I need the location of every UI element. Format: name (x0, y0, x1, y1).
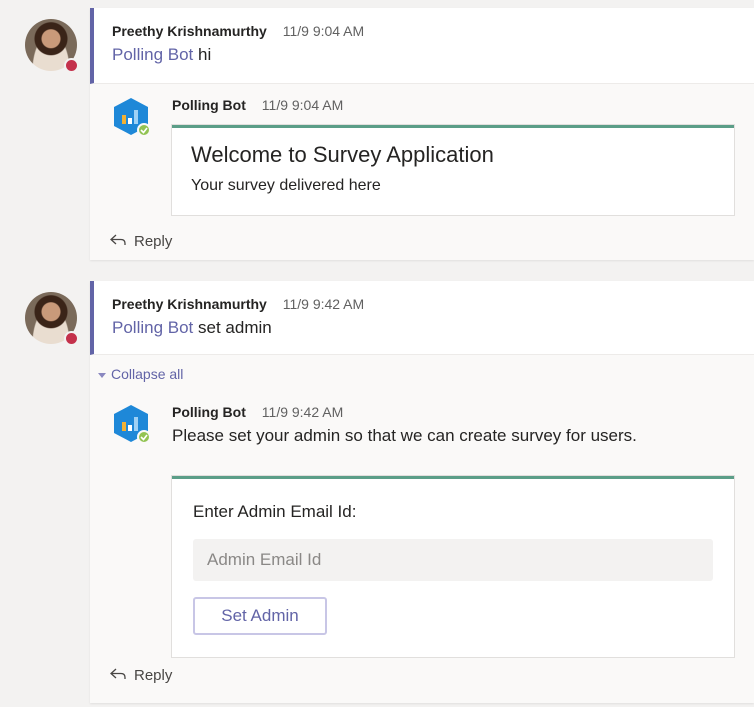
sender-name[interactable]: Preethy Krishnamurthy (112, 296, 267, 312)
collapse-all-label: Collapse all (111, 366, 184, 382)
admin-email-label: Enter Admin Email Id: (193, 502, 357, 521)
message-text: set admin (193, 318, 272, 337)
polling-bot-icon[interactable] (110, 96, 152, 138)
mention-polling-bot[interactable]: Polling Bot (112, 318, 193, 337)
caret-down-icon (98, 372, 106, 378)
message-header: Preethy Krishnamurthy 11/9 9:04 AM (112, 23, 364, 39)
timestamp: 11/9 9:04 AM (261, 97, 344, 113)
sender-name[interactable]: Polling Bot (172, 404, 246, 420)
collapse-all-button[interactable]: Collapse all (98, 366, 183, 382)
root-message: Preethy Krishnamurthy 11/9 9:04 AM Polli… (90, 8, 754, 84)
timestamp: 11/9 9:42 AM (282, 296, 365, 312)
timestamp: 11/9 9:04 AM (282, 23, 365, 39)
admin-email-input[interactable] (193, 539, 713, 581)
set-admin-button[interactable]: Set Admin (193, 597, 327, 635)
adaptive-card-welcome: Welcome to Survey Application Your surve… (172, 125, 734, 215)
sender-name[interactable]: Polling Bot (172, 97, 246, 113)
bot-message-text: Please set your admin so that we can cre… (172, 426, 637, 445)
reply-arrow-icon (110, 667, 128, 684)
message-body: Polling Bot set admin (112, 318, 272, 338)
bot-message-header: Polling Bot 11/9 9:04 AM (172, 97, 343, 113)
presence-busy-icon (64, 58, 79, 73)
reply-arrow-icon (110, 233, 128, 250)
polling-bot-icon[interactable] (110, 403, 152, 445)
timestamp: 11/9 9:42 AM (261, 404, 344, 420)
message-header: Preethy Krishnamurthy 11/9 9:42 AM (112, 296, 364, 312)
bot-message-header: Polling Bot 11/9 9:42 AM (172, 404, 343, 420)
mention-polling-bot[interactable]: Polling Bot (112, 45, 193, 64)
card-title: Welcome to Survey Application (191, 142, 494, 167)
message-text: hi (193, 45, 212, 64)
message-thread: Preethy Krishnamurthy 11/9 9:42 AM Polli… (90, 281, 754, 703)
reply-button[interactable]: Reply (110, 233, 172, 250)
presence-busy-icon (64, 331, 79, 346)
root-message: Preethy Krishnamurthy 11/9 9:42 AM Polli… (90, 281, 754, 355)
reply-label: Reply (134, 667, 173, 684)
card-subtitle: Your survey delivered here (191, 177, 381, 194)
adaptive-card-set-admin: Enter Admin Email Id: Set Admin (172, 476, 734, 657)
message-thread: Preethy Krishnamurthy 11/9 9:04 AM Polli… (90, 8, 754, 260)
message-body: Polling Bot hi (112, 45, 211, 65)
avatar-preethy[interactable] (25, 292, 79, 346)
avatar-preethy[interactable] (25, 19, 79, 73)
reply-button[interactable]: Reply (110, 667, 172, 684)
sender-name[interactable]: Preethy Krishnamurthy (112, 23, 267, 39)
reply-label: Reply (134, 233, 173, 250)
